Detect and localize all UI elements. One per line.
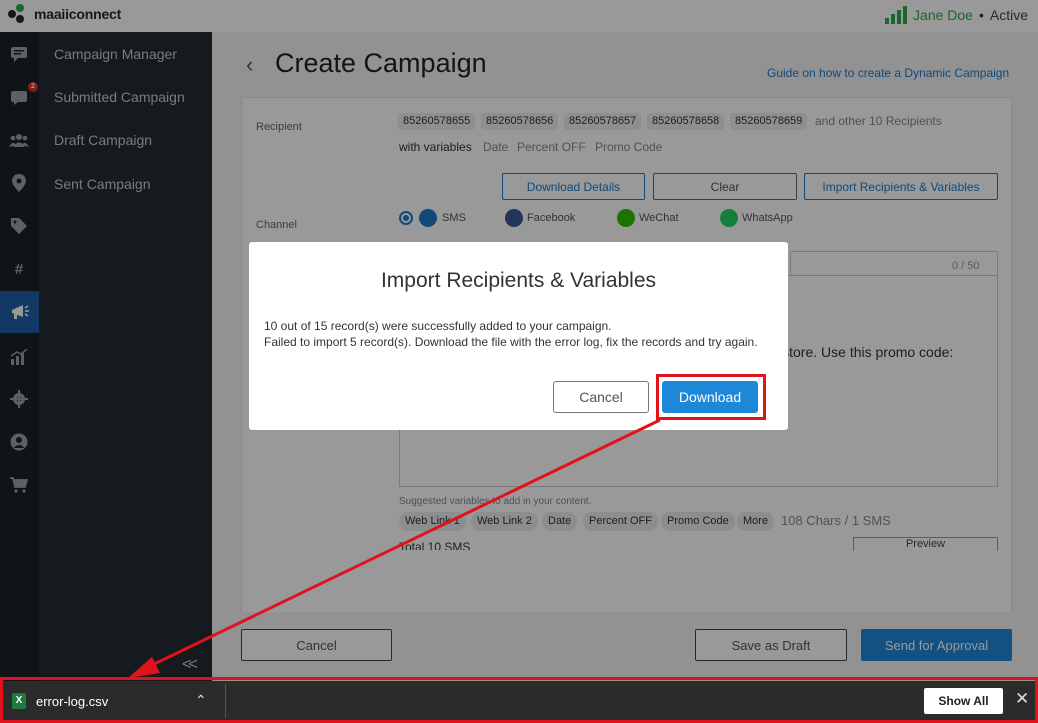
modal-message-success: 10 out of 15 record(s) were successfully… bbox=[264, 319, 612, 333]
modal-message: 10 out of 15 record(s) were successfully… bbox=[264, 318, 779, 350]
modal-cancel-button[interactable]: Cancel bbox=[553, 381, 649, 413]
download-bar-highlight bbox=[0, 677, 1038, 723]
modal-message-failure: Failed to import 5 record(s). Download t… bbox=[264, 335, 758, 349]
download-highlight bbox=[656, 374, 766, 420]
modal-title: Import Recipients & Variables bbox=[380, 269, 657, 292]
